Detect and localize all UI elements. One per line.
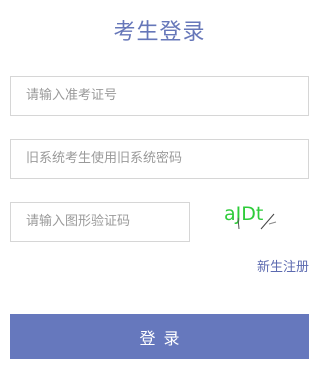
exam-id-input[interactable] — [10, 76, 309, 116]
login-button[interactable]: 登录 — [10, 314, 309, 359]
register-link[interactable]: 新生注册 — [257, 256, 309, 275]
page-title: 考生登录 — [113, 20, 206, 45]
captcha-input[interactable] — [10, 202, 190, 242]
captcha-text: aJDt — [224, 203, 263, 225]
password-input[interactable] — [10, 139, 309, 179]
captcha-noise-line — [268, 221, 277, 225]
login-panel: 考生登录 aJDt 新生注册 登录 — [0, 0, 319, 369]
captcha-image[interactable]: aJDt — [222, 198, 282, 232]
